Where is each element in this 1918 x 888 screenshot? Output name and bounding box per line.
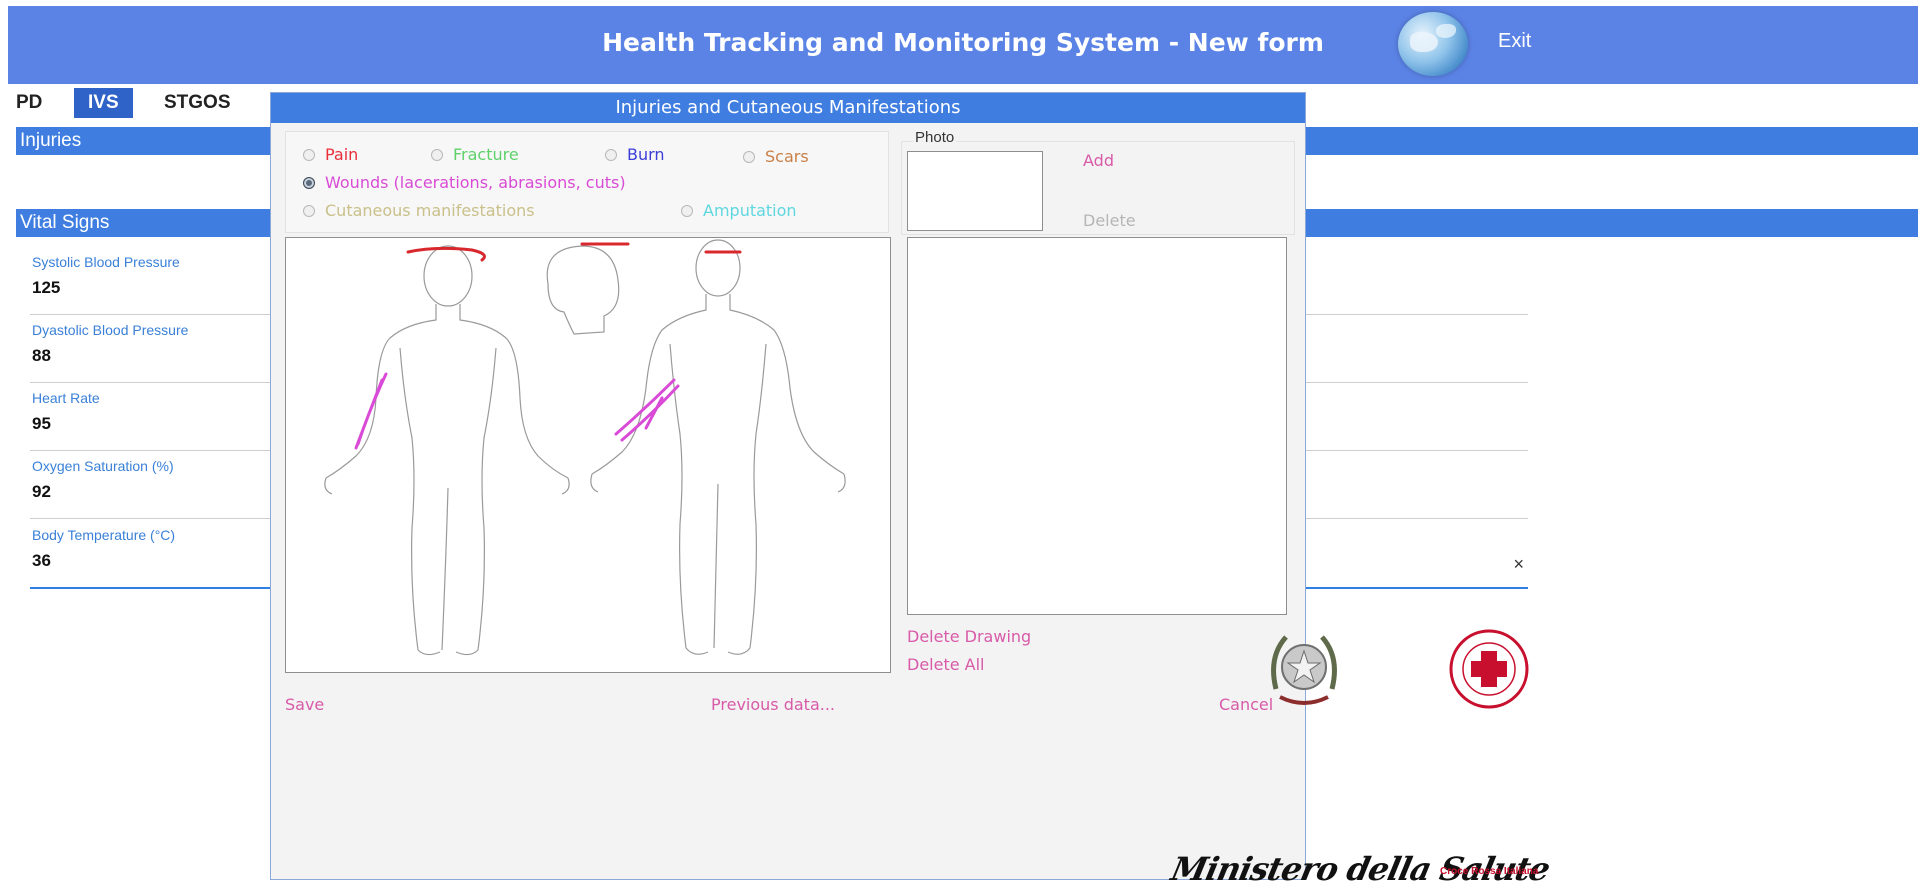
field-label: Oxygen Saturation (%) [32,458,174,474]
radio-circle-icon [303,148,315,161]
photo-thumbnail[interactable] [907,151,1043,231]
radio-pain[interactable]: Pain [303,145,358,164]
radio-circle-icon [431,148,443,161]
field-value[interactable]: 36 [32,551,51,571]
field-value[interactable]: 92 [32,482,51,502]
red-cross-logo-text: Croce Rossa Italiana [1440,866,1539,877]
radio-amputation[interactable]: Amputation [681,201,797,220]
radio-label: Pain [325,145,359,164]
injuries-dialog: Injuries and Cutaneous Manifestations Pa… [270,92,1306,880]
app-title: Health Tracking and Monitoring System - … [602,28,1324,57]
radio-circle-icon [743,150,755,163]
body-outline-diagram [324,239,846,656]
radio-circle-icon [303,204,315,217]
radio-label: Burn [627,145,665,164]
app-header: Health Tracking and Monitoring System - … [8,6,1918,84]
radio-wounds[interactable]: Wounds (lacerations, abrasions, cuts) [303,173,626,192]
delete-photo-button[interactable]: Delete [1083,211,1136,230]
tab-pd[interactable]: PD [16,88,42,118]
delete-drawing-button[interactable]: Delete Drawing [907,627,1031,646]
field-label: Dyastolic Blood Pressure [32,322,189,338]
field-label: Heart Rate [32,390,100,406]
body-drawing-canvas[interactable] [285,237,891,673]
injury-notes-area[interactable] [907,237,1287,615]
add-photo-button[interactable]: Add [1083,151,1114,170]
field-label: Body Temperature (°C) [32,527,176,543]
delete-all-button[interactable]: Delete All [907,655,985,674]
tab-ivs[interactable]: IVS [74,88,133,118]
radio-circle-icon [681,204,693,217]
radio-label: Cutaneous manifestations [325,201,535,220]
globe-icon[interactable] [1398,12,1468,76]
radio-circle-icon [303,176,315,189]
radio-circle-icon [605,148,617,161]
field-value[interactable]: 95 [32,414,51,434]
field-value[interactable]: 88 [32,346,51,366]
radio-label: Wounds (lacerations, abrasions, cuts) [325,173,626,192]
radio-cutaneous-manifestations[interactable]: Cutaneous manifestations [303,201,535,220]
exit-button[interactable]: Exit [1498,30,1531,53]
radio-label: Scars [765,147,809,166]
field-value[interactable]: 125 [32,278,60,298]
radio-label: Amputation [703,201,797,220]
save-button[interactable]: Save [285,695,324,714]
radio-fracture[interactable]: Fracture [431,145,519,164]
italian-emblem-logo [1266,627,1342,713]
red-cross-logo [1448,628,1530,710]
photo-legend: Photo [913,129,957,146]
clear-icon[interactable]: × [1513,554,1524,575]
tab-stgos[interactable]: STGOS [164,88,231,118]
radio-label: Fracture [453,145,519,164]
dialog-title: Injuries and Cutaneous Manifestations [271,93,1305,123]
radio-burn[interactable]: Burn [605,145,665,164]
previous-data-button[interactable]: Previous data... [711,695,835,714]
radio-scars[interactable]: Scars [743,147,809,166]
field-label: Systolic Blood Pressure [32,254,180,270]
